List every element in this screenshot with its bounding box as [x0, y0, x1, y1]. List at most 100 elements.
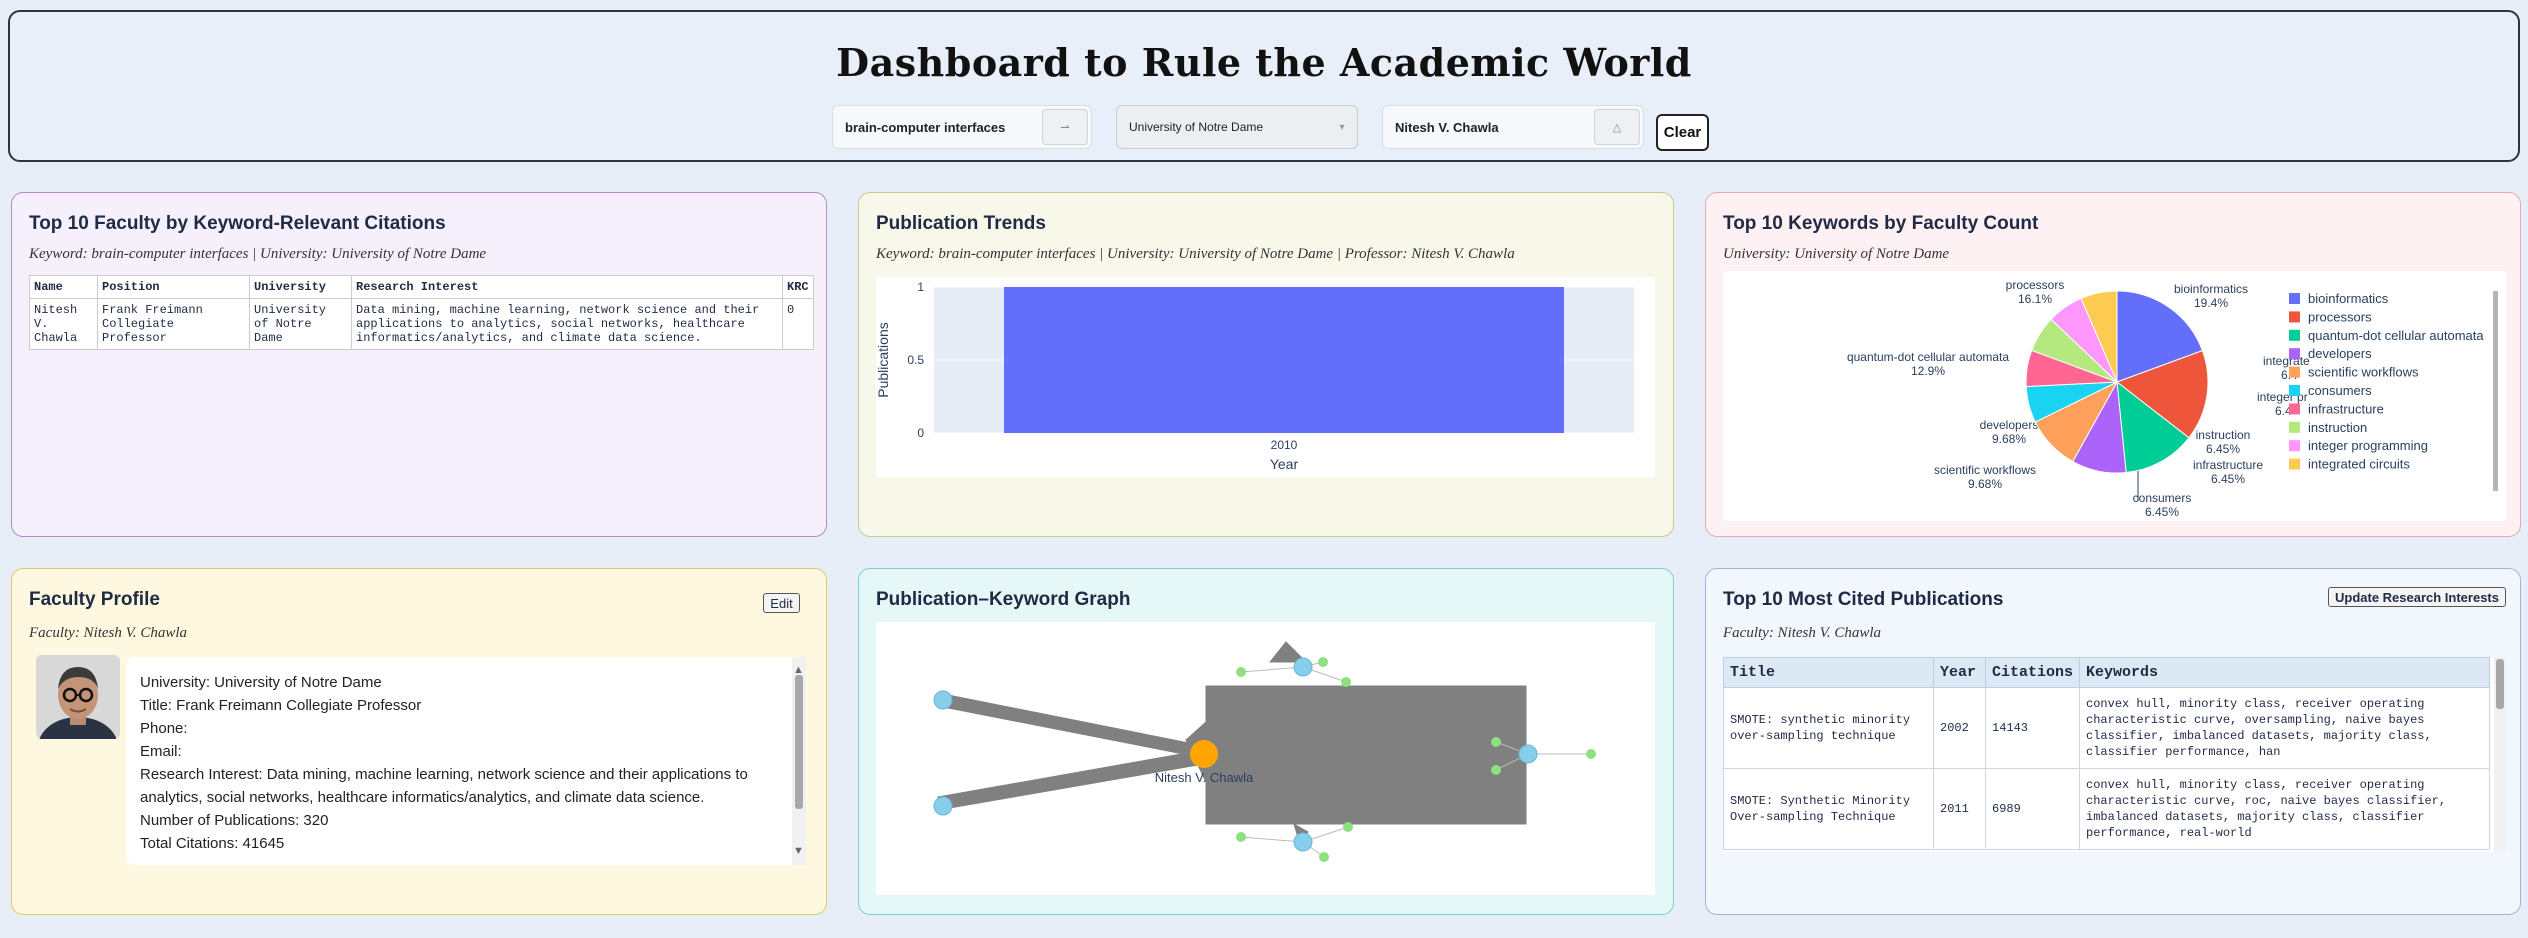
clear-button[interactable]: Clear	[1656, 114, 1709, 151]
legend-swatch	[2289, 329, 2300, 341]
profile-university: University: University of Notre Dame	[140, 674, 382, 691]
keyword-node	[1318, 657, 1328, 667]
university-value: University of Notre Dame	[1129, 120, 1264, 134]
page-title: Dashboard to Rule the Academic World	[836, 40, 1692, 85]
legend-label: integrated circuits	[2308, 457, 2410, 472]
keyword-node	[1491, 765, 1501, 775]
legend-label: infrastructure	[2308, 401, 2384, 416]
col-university[interactable]: University	[249, 275, 352, 299]
publication-node	[1293, 832, 1313, 852]
legend-scrollbar	[2493, 291, 2498, 491]
graph-canvas[interactable]: Nitesh V. Chawla	[876, 622, 1655, 895]
pie-chart-svg: bioinformatics19.4%processors16.1%quantu…	[1847, 278, 2498, 519]
university-dropdown[interactable]: University of Notre Dame ▾	[1116, 105, 1358, 149]
y-tick-label: 1	[917, 280, 924, 294]
legend-swatch	[2289, 293, 2300, 304]
edit-button[interactable]: Edit	[763, 593, 800, 613]
col-keywords[interactable]: Keywords	[2079, 657, 2490, 688]
slice-percent: 6.45%	[2206, 442, 2240, 456]
cell-year: 2002	[1933, 687, 1986, 769]
professor-value: Nitesh V. Chawla	[1395, 119, 1499, 135]
faculty-profile-subtitle: Faculty: Nitesh V. Chawla	[29, 625, 188, 641]
col-research-interest[interactable]: Research Interest	[351, 275, 783, 299]
faculty-table-panel: Top 10 Faculty by Keyword-Relevant Citat…	[11, 192, 827, 537]
keywords-pie-chart[interactable]: bioinformatics 19.4% processors 16.1% quantu…	[1723, 271, 2506, 521]
faculty-node	[1190, 740, 1218, 768]
keywords-pie-panel: Top 10 Keywords by Faculty Count Univers…	[1705, 192, 2521, 537]
legend-label: processors	[2308, 309, 2372, 324]
cell-year: 2011	[1933, 768, 1986, 850]
slice-label: infrastructure	[2193, 458, 2263, 472]
legend-label: quantum-dot cellular automata	[2308, 328, 2484, 343]
cell-citations: 6989	[1984, 768, 2081, 850]
cell-position: Frank Freimann Collegiate Professor	[97, 298, 250, 350]
table-row[interactable]: Nitesh V. Chawla Frank Freimann Collegia…	[29, 298, 814, 350]
col-year[interactable]: Year	[1933, 657, 1986, 688]
cell-title: SMOTE: synthetic minority over-sampling …	[1723, 687, 1934, 769]
table-row[interactable]: SMOTE: Synthetic Minority Over-sampling …	[1723, 768, 2490, 850]
cell-name: Nitesh V. Chawla	[29, 298, 98, 350]
publication-trends-chart[interactable]: 0 0.5 1 2010 Year Publications	[875, 277, 1655, 477]
top-publications-title: Top 10 Most Cited Publications	[1723, 589, 2004, 610]
scroll-down-icon[interactable]: ▼	[793, 840, 804, 863]
top-publications-panel: Top 10 Most Cited Publications Update Re…	[1705, 568, 2521, 915]
update-research-interests-button[interactable]: Update Research Interests	[2328, 587, 2506, 607]
col-citations[interactable]: Citations	[1984, 657, 2081, 688]
publication-node	[933, 796, 953, 816]
edge-shape	[937, 692, 1205, 759]
x-tick-label: 2010	[1271, 438, 1298, 452]
scroll-thumb[interactable]	[2496, 659, 2504, 709]
cell-keywords: convex hull, minority class, receiver op…	[2079, 687, 2490, 769]
cell-title: SMOTE: Synthetic Minority Over-sampling …	[1723, 768, 1934, 850]
cell-krc: 0	[782, 298, 814, 350]
scroll-thumb[interactable]	[795, 675, 803, 809]
keyword-node	[1341, 677, 1351, 687]
profile-email: Email:	[140, 743, 182, 760]
slice-label: quantum-dot cellular automata	[1847, 350, 2009, 364]
faculty-node-label: Nitesh V. Chawla	[1155, 770, 1254, 785]
clear-keyword-icon[interactable]: ⇀	[1042, 109, 1088, 145]
slice-label: consumers	[2133, 491, 2192, 505]
profile-details[interactable]: University: University of Notre Dame Tit…	[126, 657, 806, 865]
legend-label: instruction	[2308, 420, 2367, 435]
publication-trends-subtitle: Keyword: brain-computer interfaces | Uni…	[876, 246, 1515, 262]
profile-total-citations: Total Citations: 41645	[140, 835, 285, 852]
slice-label: bioinformatics	[2174, 282, 2248, 296]
table-row[interactable]: SMOTE: synthetic minority over-sampling …	[1723, 687, 2490, 769]
professor-dropdown[interactable]: Nitesh V. Chawla △	[1382, 105, 1644, 149]
legend-swatch	[2289, 421, 2300, 433]
bar-chart-svg: 0 0.5 1 2010 Year Publications	[875, 280, 1634, 472]
keyword-value: brain-computer interfaces	[845, 119, 1006, 135]
keyword-node	[1586, 749, 1596, 759]
col-krc[interactable]: KRC	[782, 275, 814, 299]
publication-node	[1518, 744, 1538, 764]
keyword-node	[1343, 822, 1353, 832]
col-title[interactable]: Title	[1723, 657, 1934, 688]
legend-swatch	[2289, 440, 2300, 452]
edge-shape	[1205, 685, 1527, 825]
slice-percent: 9.68%	[1968, 477, 2002, 491]
publications-scrollbar[interactable]	[2494, 657, 2506, 852]
chevron-down-icon[interactable]: ▾	[1327, 122, 1357, 133]
col-name[interactable]: Name	[29, 275, 98, 299]
legend-swatch	[2289, 458, 2300, 470]
profile-num-publications: Number of Publications: 320	[140, 812, 329, 829]
publication-keyword-graph-panel: Publication–Keyword Graph Nitesh V. Chaw…	[858, 568, 1674, 915]
publications-table: Title Year Citations Keywords SMOTE: syn…	[1723, 657, 2490, 850]
publication-node	[1293, 657, 1313, 677]
keyword-node	[1491, 737, 1501, 747]
clear-professor-icon[interactable]: △	[1594, 109, 1640, 145]
top-publications-subtitle: Faculty: Nitesh V. Chawla	[1723, 625, 1882, 641]
legend-label: integer programming	[2308, 438, 2428, 453]
slice-percent: 6.45%	[2145, 505, 2179, 519]
legend-swatch	[2289, 348, 2300, 360]
col-position[interactable]: Position	[97, 275, 250, 299]
keyword-dropdown[interactable]: brain-computer interfaces ⇀	[832, 105, 1092, 149]
legend-swatch	[2289, 385, 2300, 396]
publication-trends-panel: Publication Trends Keyword: brain-comput…	[858, 192, 1674, 537]
slice-percent: 9.68%	[1992, 432, 2026, 446]
publications-table-wrapper[interactable]: Title Year Citations Keywords SMOTE: syn…	[1723, 657, 2506, 852]
profile-scrollbar[interactable]: ▲ ▼	[792, 657, 806, 865]
slice-percent: 12.9%	[1911, 364, 1945, 378]
y-axis-label: Publications	[876, 322, 891, 398]
